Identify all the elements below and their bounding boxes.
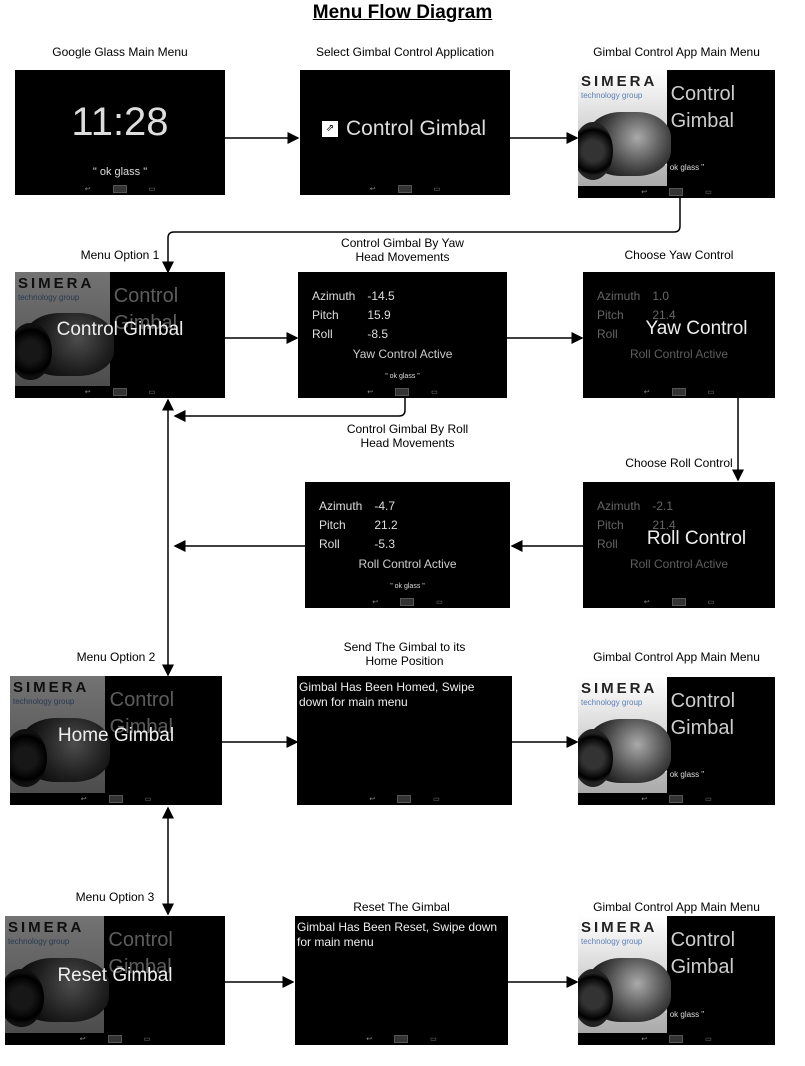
flow-arrows <box>162 132 744 988</box>
arrow-yaw-back <box>173 398 406 422</box>
arrow-app-to-option1 <box>162 198 681 274</box>
